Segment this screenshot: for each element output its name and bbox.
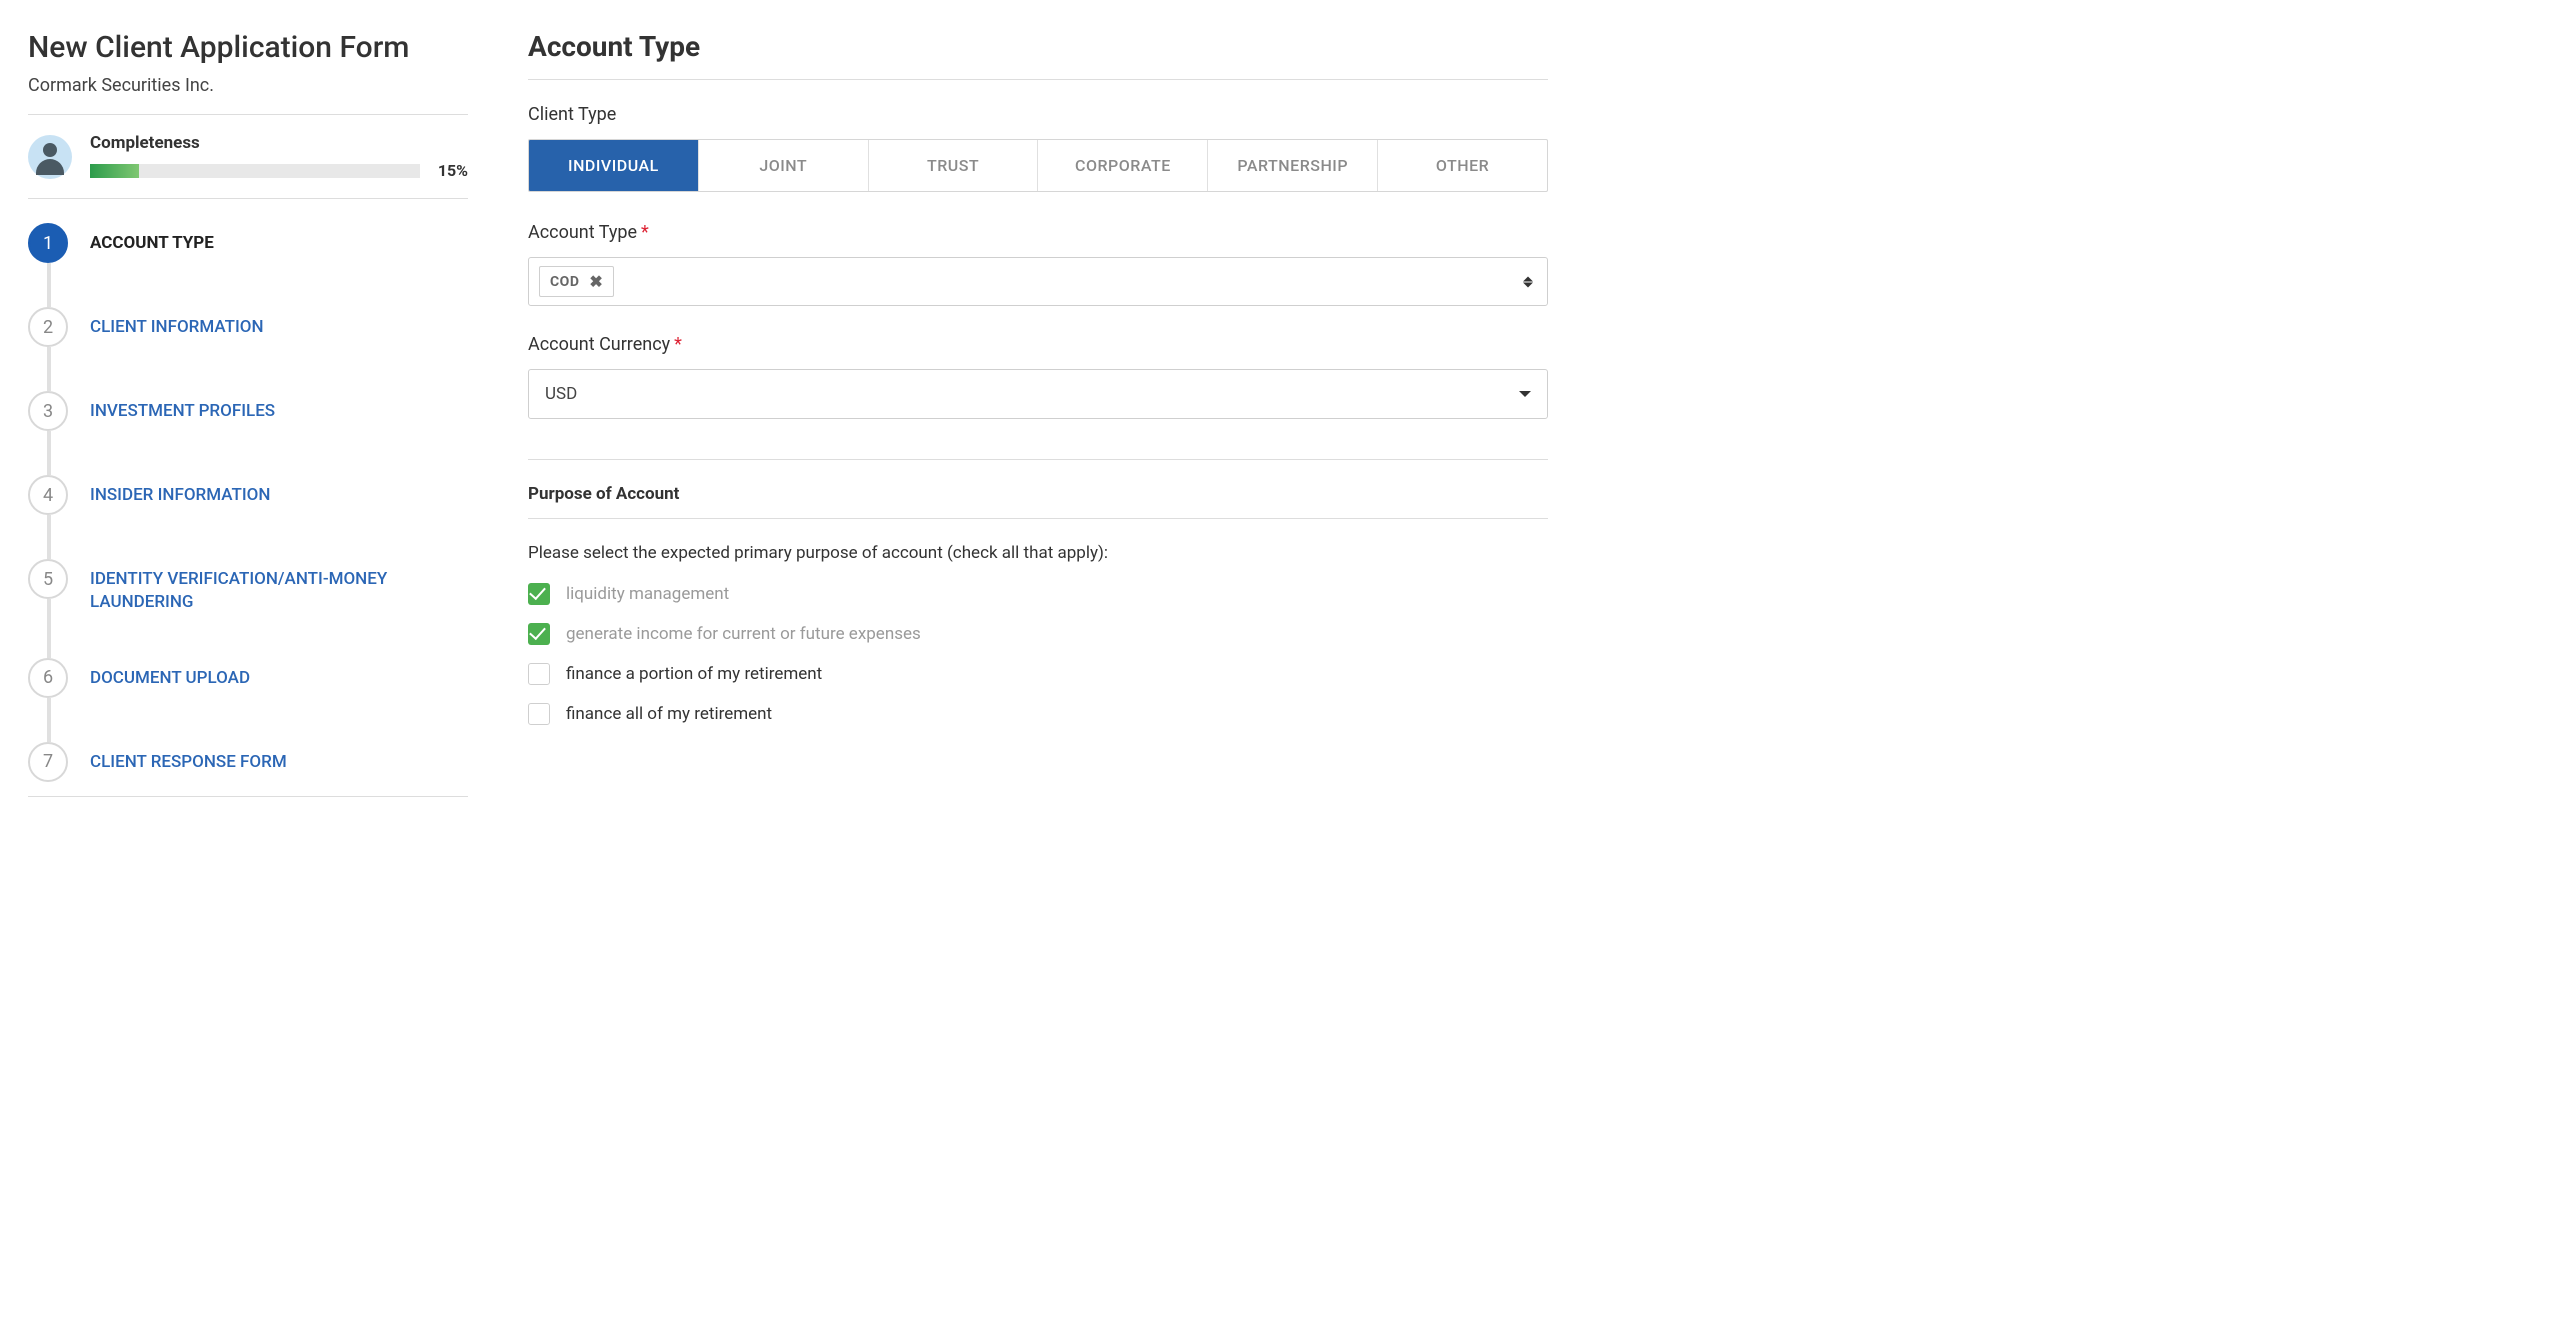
avatar-icon <box>28 135 72 179</box>
close-icon[interactable]: ✖ <box>589 272 603 291</box>
account-currency-label: Account Currency* <box>528 334 1548 355</box>
checkbox[interactable] <box>528 663 550 685</box>
step-item[interactable]: 4 INSIDER INFORMATION <box>28 475 468 559</box>
steps-list: 1 ACCOUNT TYPE 2 CLIENT INFORMATION 3 INVESTM… <box>28 223 468 796</box>
step-connector <box>47 599 51 658</box>
step-connector <box>47 515 51 559</box>
account-type-tag: COD ✖ <box>539 266 614 297</box>
account-currency-select[interactable]: USD <box>528 369 1548 419</box>
client-type-label-text: Client Type <box>528 104 616 125</box>
sort-icon <box>1523 276 1533 287</box>
main-panel: Account Type Client Type INDIVIDUALJOINT… <box>528 30 1548 797</box>
client-type-label: Client Type <box>528 104 1548 125</box>
step-label: CLIENT RESPONSE FORM <box>90 742 287 774</box>
divider <box>28 796 468 797</box>
step-label: DOCUMENT UPLOAD <box>90 658 250 690</box>
client-type-option[interactable]: OTHER <box>1378 140 1547 191</box>
progress-fill <box>90 164 139 178</box>
purpose-option-label: generate income for current or future ex… <box>566 624 921 644</box>
step-label: INSIDER INFORMATION <box>90 475 270 507</box>
purpose-option-label: finance all of my retirement <box>566 704 772 724</box>
purpose-option-label: finance a portion of my retirement <box>566 664 822 684</box>
completeness-row: Completeness 15% <box>28 115 468 198</box>
step-connector <box>47 431 51 475</box>
purpose-option: finance a portion of my retirement <box>528 663 1548 685</box>
step-item[interactable]: 5 IDENTITY VERIFICATION/ANTI-MONEY LAUNDE… <box>28 559 468 658</box>
step-number: 4 <box>28 475 68 515</box>
step-item[interactable]: 1 ACCOUNT TYPE <box>28 223 468 307</box>
client-type-option[interactable]: CORPORATE <box>1038 140 1208 191</box>
divider <box>528 459 1548 460</box>
step-item[interactable]: 6 DOCUMENT UPLOAD <box>28 658 468 742</box>
client-type-option[interactable]: INDIVIDUAL <box>529 140 699 191</box>
step-item[interactable]: 3 INVESTMENT PROFILES <box>28 391 468 475</box>
completeness-label: Completeness <box>90 133 468 153</box>
step-number: 3 <box>28 391 68 431</box>
purpose-option: liquidity management <box>528 583 1548 605</box>
chevron-down-icon <box>1519 391 1531 397</box>
divider <box>28 198 468 199</box>
step-number: 7 <box>28 742 68 782</box>
step-item[interactable]: 2 CLIENT INFORMATION <box>28 307 468 391</box>
page-title: New Client Application Form <box>28 30 468 65</box>
account-currency-label-text: Account Currency <box>528 334 670 355</box>
purpose-option: generate income for current or future ex… <box>528 623 1548 645</box>
client-type-option[interactable]: PARTNERSHIP <box>1208 140 1378 191</box>
step-number: 2 <box>28 307 68 347</box>
purpose-title: Purpose of Account <box>528 484 1548 504</box>
account-type-label: Account Type* <box>528 222 1548 243</box>
account-type-multiselect[interactable]: COD ✖ <box>528 257 1548 306</box>
divider <box>528 79 1548 80</box>
company-name: Cormark Securities Inc. <box>28 75 468 96</box>
required-asterisk: * <box>641 222 649 243</box>
account-currency-value: USD <box>545 384 577 404</box>
account-type-label-text: Account Type <box>528 222 637 243</box>
sidebar: New Client Application Form Cormark Secu… <box>28 30 468 797</box>
section-title: Account Type <box>528 30 1548 63</box>
step-connector <box>47 698 51 742</box>
checkbox[interactable] <box>528 623 550 645</box>
step-item[interactable]: 7 CLIENT RESPONSE FORM <box>28 742 468 796</box>
divider <box>528 518 1548 519</box>
step-label: ACCOUNT TYPE <box>90 223 214 255</box>
step-number: 6 <box>28 658 68 698</box>
step-number: 5 <box>28 559 68 599</box>
step-connector <box>47 263 51 307</box>
purpose-checkbox-list: liquidity management generate income for … <box>528 583 1548 725</box>
progress-percent: 15% <box>438 161 468 180</box>
step-connector <box>47 347 51 391</box>
purpose-prompt: Please select the expected primary purpo… <box>528 543 1548 563</box>
client-type-option[interactable]: TRUST <box>869 140 1039 191</box>
required-asterisk: * <box>674 334 682 355</box>
step-label: INVESTMENT PROFILES <box>90 391 275 423</box>
purpose-option-label: liquidity management <box>566 584 729 604</box>
client-type-segmented: INDIVIDUALJOINTTRUSTCORPORATEPARTNERSHIP… <box>528 139 1548 192</box>
checkbox[interactable] <box>528 583 550 605</box>
purpose-option: finance all of my retirement <box>528 703 1548 725</box>
step-number: 1 <box>28 223 68 263</box>
checkbox[interactable] <box>528 703 550 725</box>
step-label: CLIENT INFORMATION <box>90 307 264 339</box>
client-type-option[interactable]: JOINT <box>699 140 869 191</box>
progress-bar <box>90 164 420 178</box>
step-label: IDENTITY VERIFICATION/ANTI-MONEY LAUNDER… <box>90 559 468 614</box>
tag-label: COD <box>550 274 579 290</box>
